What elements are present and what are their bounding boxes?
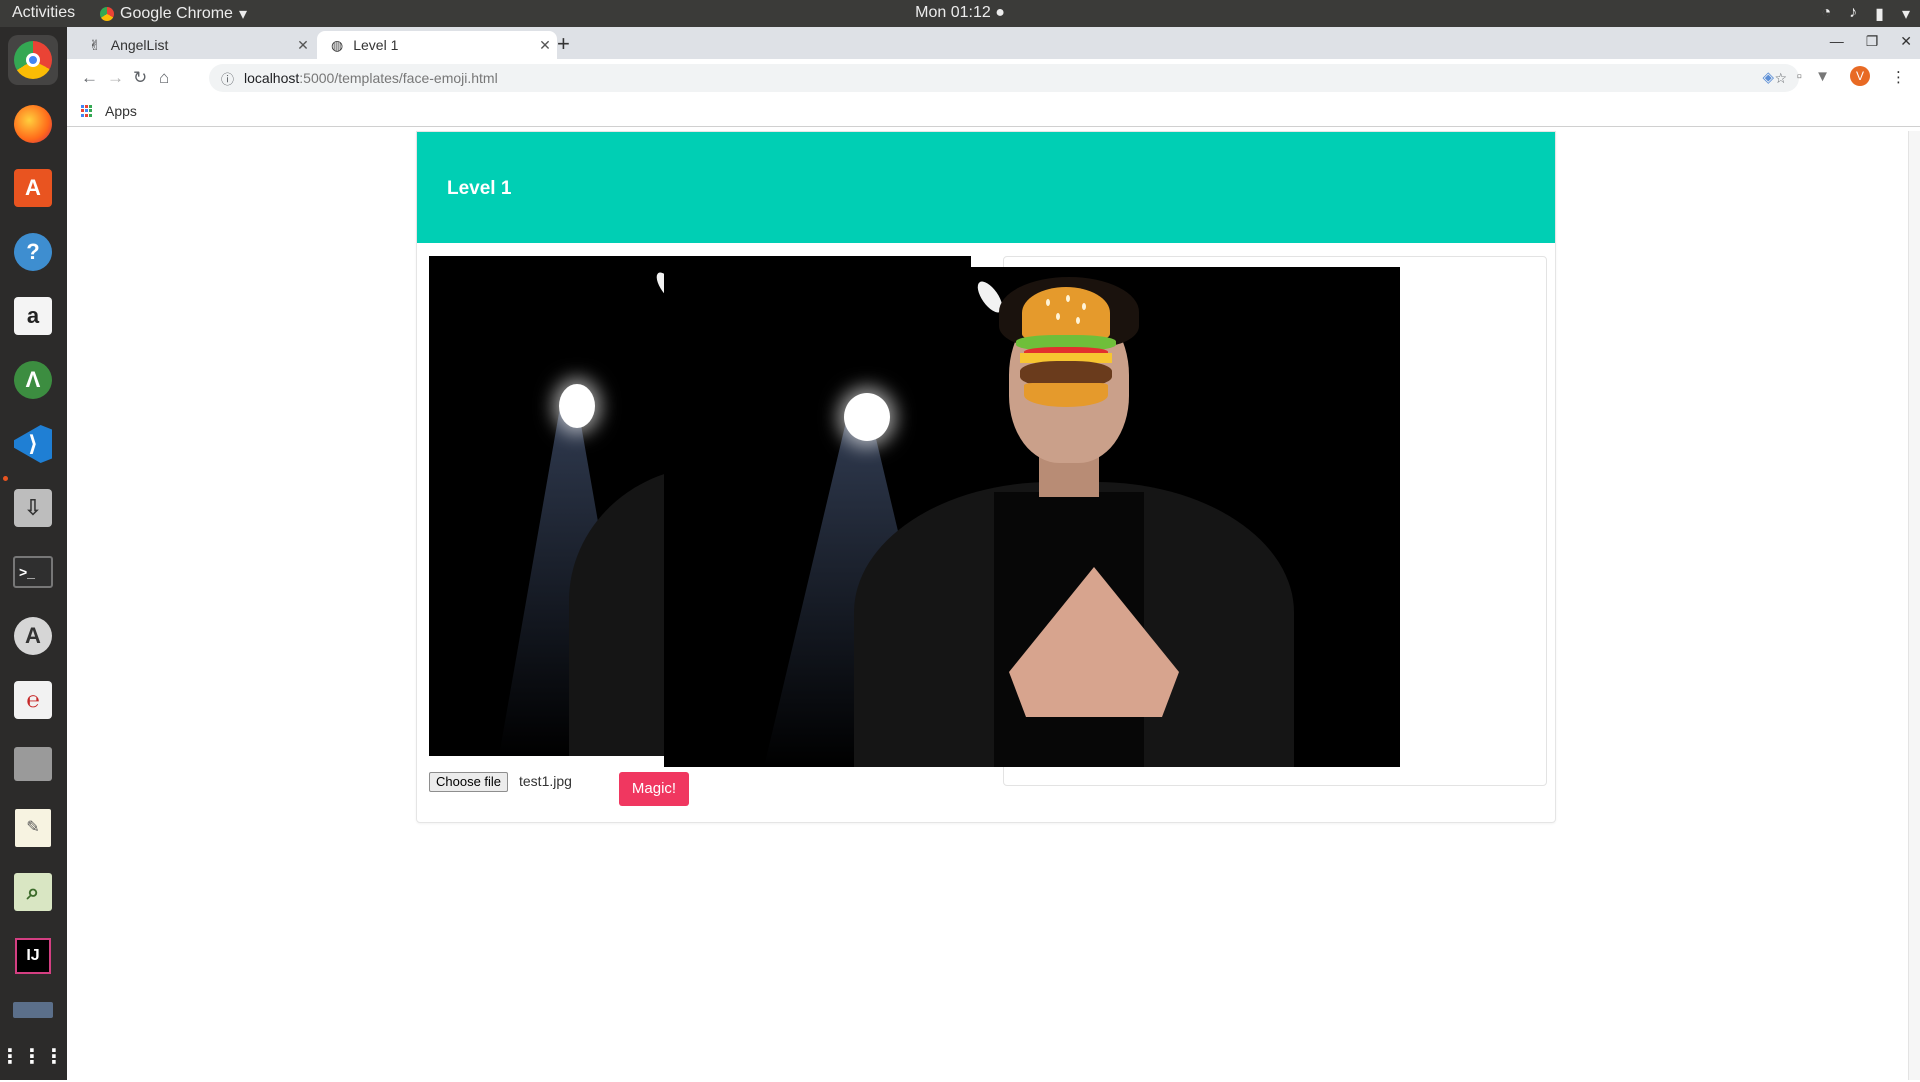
tab-title: Level 1 xyxy=(353,37,399,53)
archive-icon[interactable] xyxy=(8,739,58,789)
battery-icon: ▮ xyxy=(1875,6,1884,23)
tab-level-1[interactable]: ◍ Level 1 ✕ xyxy=(317,31,557,59)
reload-icon[interactable]: ↻ xyxy=(133,68,147,88)
tab-strip: ✌ AngelList ✕ ◍ Level 1 ✕ + — ❐ ✕ xyxy=(67,27,1920,59)
extension-icon[interactable]: ▼ xyxy=(1815,68,1830,85)
intellij-icon[interactable]: IJ xyxy=(8,931,58,981)
running-indicator-icon xyxy=(3,476,8,481)
selected-file-name: test1.jpg xyxy=(519,773,572,789)
volume-icon: ♪ xyxy=(1849,4,1858,21)
page-title: Level 1 xyxy=(447,178,512,199)
close-icon[interactable]: ✕ xyxy=(291,37,315,54)
tab-angellist[interactable]: ✌ AngelList ✕ xyxy=(75,31,315,59)
tab-title: AngelList xyxy=(110,37,169,53)
software-center-icon[interactable]: A xyxy=(8,163,58,213)
wifi-icon: ◔ xyxy=(1821,4,1832,21)
address-bar[interactable]: ⓘ localhost:5000/templates/face-emoji.ht… xyxy=(209,64,1799,92)
activities-button[interactable]: Activities xyxy=(12,4,75,22)
vertical-scrollbar[interactable] xyxy=(1908,131,1920,1080)
avatar[interactable]: V xyxy=(1850,66,1870,86)
notification-dot-icon: ● xyxy=(990,4,1005,21)
window-controls: — ❐ ✕ xyxy=(1830,33,1912,50)
bookmarks-bar: Apps xyxy=(67,97,1920,127)
extension-icon[interactable]: ▫ xyxy=(1797,68,1802,85)
hamburger-emoji-icon xyxy=(1016,287,1116,417)
chrome-small-icon xyxy=(100,7,114,21)
show-apps-icon[interactable]: ⋮⋮⋮ xyxy=(0,1032,64,1082)
browser-window: ✌ AngelList ✕ ◍ Level 1 ✕ + — ❐ ✕ ← → ↻ … xyxy=(67,27,1920,1080)
forward-icon[interactable]: → xyxy=(107,68,124,88)
bookmark-star-icon[interactable]: ☆ xyxy=(1774,70,1787,87)
amazon-icon[interactable]: a xyxy=(8,291,58,341)
updater-icon[interactable]: A xyxy=(8,611,58,661)
app-menu[interactable]: Google Chrome ▾ xyxy=(100,4,247,24)
bookmark-apps[interactable]: Apps xyxy=(105,103,137,119)
result-image xyxy=(664,267,1400,767)
firefox-icon[interactable] xyxy=(8,99,58,149)
page-viewport: Level 1 Choose file test1.jpg Magic! xyxy=(67,131,1920,1080)
clock[interactable]: Mon 01:12 xyxy=(915,4,991,21)
new-tab-button[interactable]: + xyxy=(557,31,570,57)
android-studio-icon[interactable]: Λ xyxy=(8,355,58,405)
close-window-icon[interactable]: ✕ xyxy=(1900,33,1912,50)
chevron-down-icon: ▾ xyxy=(238,6,247,23)
system-tray[interactable]: ◔ ♪ ▮ ▾ xyxy=(1821,4,1910,24)
chrome-icon[interactable] xyxy=(8,35,58,85)
power-menu-icon: ▾ xyxy=(1901,6,1910,23)
url-host: localhost xyxy=(244,70,300,86)
globe-icon: ◍ xyxy=(331,36,344,53)
angellist-icon: ✌ xyxy=(89,36,101,53)
image-viewer-icon[interactable]: ⌕ xyxy=(8,867,58,917)
launcher-dock: A ? a Λ ⟩ ⇩ >_ A ℮ ✎ ⌕ IJ ⋮⋮⋮ xyxy=(0,27,67,1080)
close-icon[interactable]: ✕ xyxy=(533,37,557,54)
info-icon: ⓘ xyxy=(221,71,235,87)
help-icon[interactable]: ? xyxy=(8,227,58,277)
url-path: :5000/templates/face-emoji.html xyxy=(299,70,498,86)
extension-icon[interactable]: ◈ xyxy=(1762,68,1774,86)
restore-icon[interactable]: ❐ xyxy=(1866,33,1879,50)
apps-grid-icon xyxy=(81,105,93,117)
card-header: Level 1 xyxy=(417,132,1555,243)
home-icon[interactable]: ⌂ xyxy=(159,68,169,88)
browser-toolbar: ← → ↻ ⌂ ⓘ localhost:5000/templates/face-… xyxy=(67,59,1920,97)
vscode-icon[interactable]: ⟩ xyxy=(8,419,58,469)
installer-icon[interactable]: ⇩ xyxy=(8,483,58,533)
magic-button[interactable]: Magic! xyxy=(619,772,689,806)
text-editor-icon[interactable]: ✎ xyxy=(8,803,58,853)
minimize-icon[interactable]: — xyxy=(1830,33,1844,50)
choose-file-button[interactable]: Choose file xyxy=(429,772,509,792)
terminal-icon[interactable]: >_ xyxy=(8,547,58,597)
menu-icon[interactable]: ⋮ xyxy=(1891,68,1906,86)
system-top-bar: Activities Google Chrome ▾ Mon 01:12 ● ◔… xyxy=(0,0,1920,27)
app-menu-label: Google Chrome xyxy=(120,5,233,22)
back-icon[interactable]: ← xyxy=(81,68,98,88)
drive-icon[interactable] xyxy=(8,995,58,1025)
pdf-viewer-icon[interactable]: ℮ xyxy=(8,675,58,725)
